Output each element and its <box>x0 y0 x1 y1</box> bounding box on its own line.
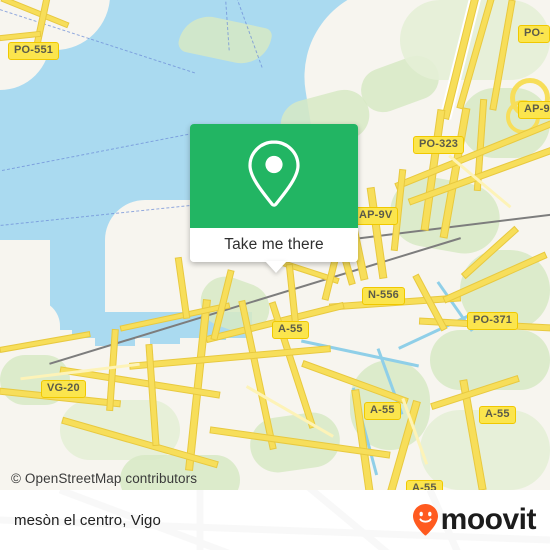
road-shield: AP-9V <box>353 207 399 225</box>
road-shield: VG-20 <box>41 380 86 398</box>
park-area <box>430 330 550 390</box>
road-shield: PO- <box>518 25 550 43</box>
road-shield: N-556 <box>362 287 405 305</box>
place-name: mesòn el centro, Vigo <box>14 511 161 529</box>
take-me-there-button[interactable]: Take me there <box>190 228 358 262</box>
map-pin-icon <box>244 137 304 216</box>
road-shield: A-55 <box>272 321 309 339</box>
moovit-logo[interactable]: moovit <box>412 503 537 537</box>
footer-bar: mesòn el centro, Vigo moovit <box>0 490 550 550</box>
card-pointer-tail <box>265 261 287 273</box>
road-shield: A-55 <box>479 406 516 424</box>
road-shield: A-55 <box>406 480 443 490</box>
moovit-pin-icon <box>412 503 439 537</box>
road-shield: PO-551 <box>8 42 60 60</box>
map-screen: PO-551 PO- AP-9 PO-323 AP-9V N-556 PO-37… <box>0 0 550 550</box>
road-shield: A-55 <box>364 402 401 420</box>
road-shield: AP-9 <box>518 101 550 119</box>
road-shield: PO-371 <box>467 312 519 330</box>
moovit-wordmark: moovit <box>440 503 537 536</box>
card-icon-area <box>190 124 358 228</box>
road-shield: PO-323 <box>413 136 465 154</box>
osm-attribution[interactable]: © OpenStreetMap contributors <box>11 471 197 486</box>
take-me-there-card[interactable]: Take me there <box>190 124 358 262</box>
take-me-there-label: Take me there <box>224 236 324 253</box>
